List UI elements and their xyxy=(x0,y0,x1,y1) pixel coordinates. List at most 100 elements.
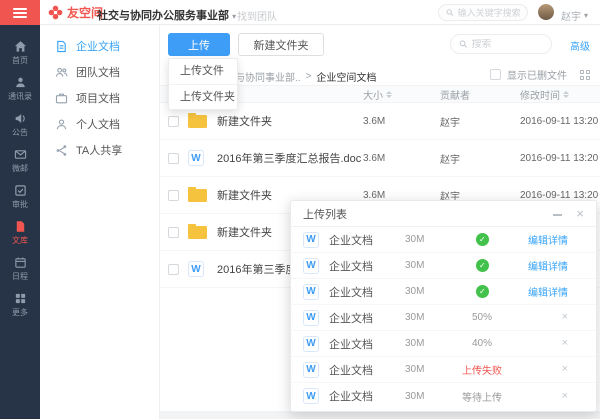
word-doc-icon: W xyxy=(303,283,319,300)
column-size[interactable]: 大小 xyxy=(363,87,440,102)
edit-details-link[interactable]: 编辑详情 xyxy=(528,258,568,273)
cancel-upload-icon[interactable] xyxy=(562,312,568,323)
nav-label: 日程 xyxy=(12,272,28,281)
breadcrumb: 社交与协同事业部.. > 企业空间文档 xyxy=(215,69,376,84)
file-name[interactable]: 新建文件夹 xyxy=(217,113,363,129)
table-row[interactable]: W 2016年第三季度汇总报告.doc 3.6M 赵宇 2016-09-11 1… xyxy=(160,140,600,177)
sidebar-item-shared-with-me[interactable]: TA人共享 xyxy=(40,137,159,163)
word-doc-icon: W xyxy=(188,150,208,166)
nav-item-more[interactable]: 更多 xyxy=(0,287,40,323)
doc-sidebar: 企业文档 团队文档 项目文档 个人文档 TA人共享 xyxy=(40,25,160,419)
global-search-input[interactable] xyxy=(457,7,520,18)
nav-label: 微邮 xyxy=(12,164,28,173)
success-check-icon xyxy=(475,285,489,298)
edit-details-link[interactable]: 编辑详情 xyxy=(528,232,568,247)
edit-details-link[interactable]: 编辑详情 xyxy=(528,284,568,299)
word-doc-icon: W xyxy=(303,231,319,248)
success-check-icon xyxy=(475,233,489,246)
menu-item-upload-folder[interactable]: 上传文件夹 xyxy=(169,84,237,109)
breadcrumb-separator: > xyxy=(305,71,312,82)
sidebar-item-label: 团队文档 xyxy=(76,67,120,79)
sidebar-item-personal-docs[interactable]: 个人文档 xyxy=(40,111,159,137)
folder-icon xyxy=(188,223,208,239)
row-checkbox[interactable] xyxy=(168,189,179,201)
upload-file-size: 30M xyxy=(405,364,425,375)
close-icon[interactable] xyxy=(576,207,584,220)
nav-label: 首页 xyxy=(12,56,28,65)
upload-action xyxy=(507,338,584,349)
cancel-upload-icon[interactable] xyxy=(562,364,568,375)
grid-view-icon[interactable] xyxy=(580,69,590,80)
sidebar-item-label: 项目文档 xyxy=(76,93,120,105)
cancel-upload-icon[interactable] xyxy=(562,338,568,349)
advanced-search-link[interactable]: 高级 xyxy=(570,38,590,53)
sidebar-item-enterprise-docs[interactable]: 企业文档 xyxy=(40,33,159,59)
chevron-down-icon xyxy=(232,12,236,21)
sort-icon[interactable] xyxy=(563,90,569,98)
nav-label: 文库 xyxy=(12,236,28,245)
mail-icon xyxy=(14,150,26,159)
upload-button[interactable]: 上传 xyxy=(168,33,230,56)
chevron-down-icon xyxy=(584,11,588,20)
file-search-box[interactable] xyxy=(450,34,552,54)
row-checkbox[interactable] xyxy=(168,263,179,275)
user-menu[interactable]: 赵宇 xyxy=(561,8,588,23)
show-deleted-checkbox[interactable] xyxy=(490,69,501,80)
header-quick-link[interactable]: 找到团队 xyxy=(237,8,277,23)
row-checkbox[interactable] xyxy=(168,226,179,238)
upload-dropdown-menu: 上传文件 上传文件夹 xyxy=(168,58,238,110)
nav-item-approval[interactable]: 审批 xyxy=(0,179,40,215)
upload-action: 编辑详情 xyxy=(507,258,584,273)
nav-item-library[interactable]: 文库 xyxy=(0,215,40,251)
file-modified: 2016-09-11 13:20 xyxy=(520,189,599,201)
upload-file-name: 企业文档 xyxy=(329,286,373,299)
logo-flower-icon xyxy=(48,5,63,20)
sort-icon[interactable] xyxy=(386,90,392,98)
upload-row: W 企业文档 30M 编辑详情 xyxy=(291,253,596,279)
department-selector[interactable]: 社交与协同办公服务事业部 xyxy=(97,7,236,23)
file-size: 3.6M xyxy=(363,115,386,127)
file-modified: 2016-09-11 13:20 xyxy=(520,115,599,127)
file-search-input[interactable] xyxy=(471,38,543,50)
row-checkbox[interactable] xyxy=(168,115,179,127)
nav-label: 公告 xyxy=(12,128,28,137)
file-size: 3.6M xyxy=(363,189,386,201)
minimize-icon[interactable] xyxy=(553,209,563,219)
global-search-box[interactable] xyxy=(438,4,528,21)
new-folder-button[interactable]: 新建文件夹 xyxy=(238,33,324,56)
sidebar-item-label: 企业文档 xyxy=(76,41,120,53)
hamburger-menu-button[interactable] xyxy=(0,0,40,25)
user-avatar[interactable] xyxy=(538,4,554,20)
file-name[interactable]: 2016年第三季度汇总报告.doc xyxy=(217,150,363,166)
nav-item-contacts[interactable]: 通讯录 xyxy=(0,71,40,107)
nav-item-home[interactable]: 首页 xyxy=(0,35,40,71)
nav-item-calendar[interactable]: 日程 xyxy=(0,251,40,287)
app-logo: 友空间 xyxy=(48,4,103,21)
upload-status xyxy=(457,259,507,272)
cancel-upload-icon[interactable] xyxy=(562,391,568,402)
sidebar-item-project-docs[interactable]: 项目文档 xyxy=(40,85,159,111)
nav-label: 更多 xyxy=(12,308,28,317)
upload-file-name: 企业文档 xyxy=(329,391,373,403)
contacts-icon xyxy=(15,77,25,88)
sidebar-item-team-docs[interactable]: 团队文档 xyxy=(40,59,159,85)
upload-file-size: 30M xyxy=(405,260,425,271)
check-square-icon xyxy=(14,185,26,196)
user-name: 赵宇 xyxy=(560,12,581,23)
upload-list-panel: 上传列表 W 企业文档 30M 编辑详情 W 企业文档 30M 编辑详情 W 企… xyxy=(290,200,597,412)
word-doc-icon: W xyxy=(303,361,319,378)
upload-row: W 企业文档 30M 50% xyxy=(291,305,596,331)
document-icon xyxy=(16,221,24,232)
nav-item-mail[interactable]: 微邮 xyxy=(0,143,40,179)
grid-icon xyxy=(15,293,25,304)
folder-icon xyxy=(188,112,208,128)
column-modified[interactable]: 修改时间 xyxy=(520,87,600,102)
row-checkbox[interactable] xyxy=(168,152,179,164)
breadcrumb-current: 企业空间文档 xyxy=(316,73,377,84)
upload-file-name: 企业文档 xyxy=(329,260,373,273)
menu-item-upload-file[interactable]: 上传文件 xyxy=(169,59,237,84)
upload-status xyxy=(457,233,507,246)
word-doc-icon: W xyxy=(303,388,319,404)
nav-item-announcements[interactable]: 公告 xyxy=(0,107,40,143)
success-check-icon xyxy=(475,259,489,272)
